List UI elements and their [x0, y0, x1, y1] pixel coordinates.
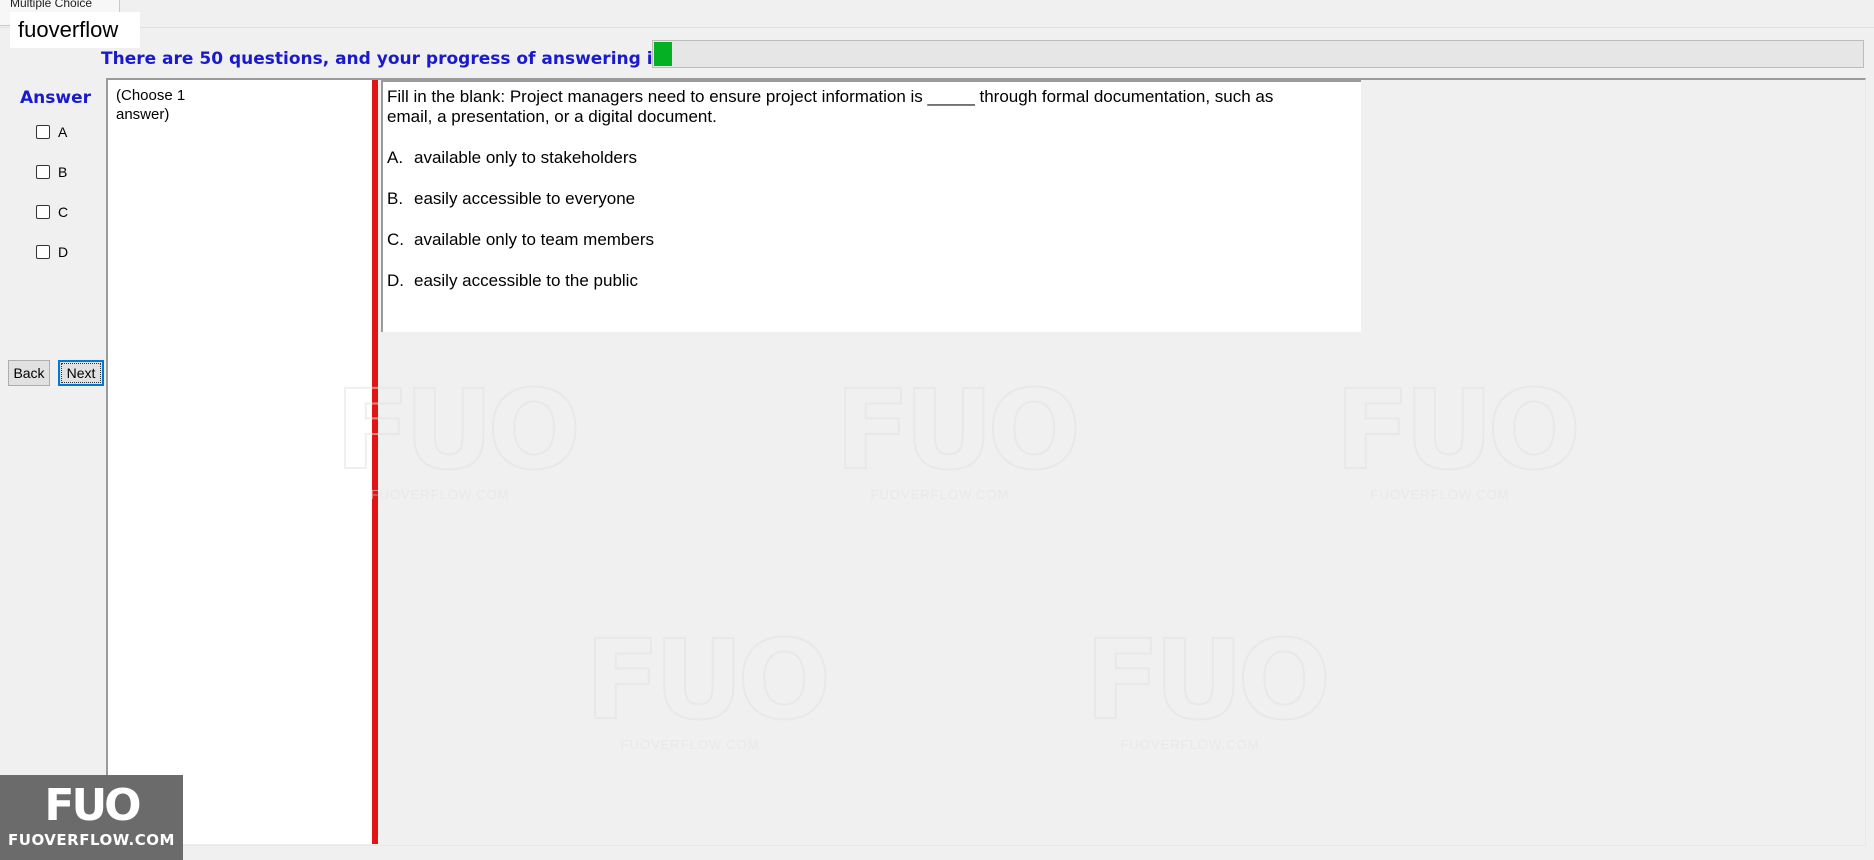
- progress-bar-fill: [654, 42, 673, 66]
- brand-label: fuoverflow: [10, 12, 140, 48]
- instruction-text: (Choose 1 answer): [116, 87, 186, 123]
- answer-choice-b: B. easily accessible to everyone: [387, 189, 1361, 209]
- choice-key: D.: [387, 271, 404, 290]
- answer-option-label: C: [58, 204, 69, 220]
- answer-choice-c: C. available only to team members: [387, 230, 1361, 250]
- progress-label: There are 50 questions, and your progres…: [101, 49, 663, 69]
- checkbox-a[interactable]: [36, 125, 50, 139]
- top-divider: [0, 27, 1874, 28]
- checkbox-b[interactable]: [36, 165, 50, 179]
- checkbox-c[interactable]: [36, 205, 50, 219]
- fuoverflow-logo: FUO FUOVERFLOW.COM: [0, 775, 183, 860]
- answer-option-label: D: [58, 244, 69, 260]
- back-button[interactable]: Back: [8, 360, 50, 386]
- logo-mark: FUO: [44, 780, 141, 831]
- instruction-panel: (Choose 1 answer): [108, 80, 372, 844]
- choice-key: A.: [387, 148, 404, 167]
- answer-option-d[interactable]: D: [36, 242, 68, 262]
- answer-choice-d: D. easily accessible to the public: [387, 271, 1361, 291]
- logo-site: FUOVERFLOW.COM: [8, 831, 175, 849]
- answer-option-a[interactable]: A: [36, 122, 67, 142]
- next-button-label: Next: [66, 365, 96, 381]
- answer-option-c[interactable]: C: [36, 202, 68, 222]
- choice-text: available only to team members: [414, 230, 655, 249]
- next-button[interactable]: Next: [58, 360, 104, 386]
- checkbox-d[interactable]: [36, 245, 50, 259]
- choice-text: easily accessible to the public: [414, 271, 638, 290]
- question-text: Fill in the blank: Project managers need…: [387, 87, 1274, 126]
- question-box: Fill in the blank: Project managers need…: [381, 80, 1361, 332]
- choice-key: B.: [387, 189, 404, 208]
- answer-title: Answer: [20, 88, 91, 108]
- choice-text: available only to stakeholders: [414, 148, 638, 167]
- answer-option-label: A: [58, 124, 68, 140]
- choice-key: C.: [387, 230, 404, 249]
- progress-bar: [652, 40, 1864, 68]
- window-tab-label: Multiple Choice: [10, 0, 93, 10]
- answer-choice-a: A. available only to stakeholders: [387, 148, 1361, 168]
- answer-option-b[interactable]: B: [36, 162, 67, 182]
- choice-text: easily accessible to everyone: [414, 189, 636, 208]
- answer-option-label: B: [58, 164, 68, 180]
